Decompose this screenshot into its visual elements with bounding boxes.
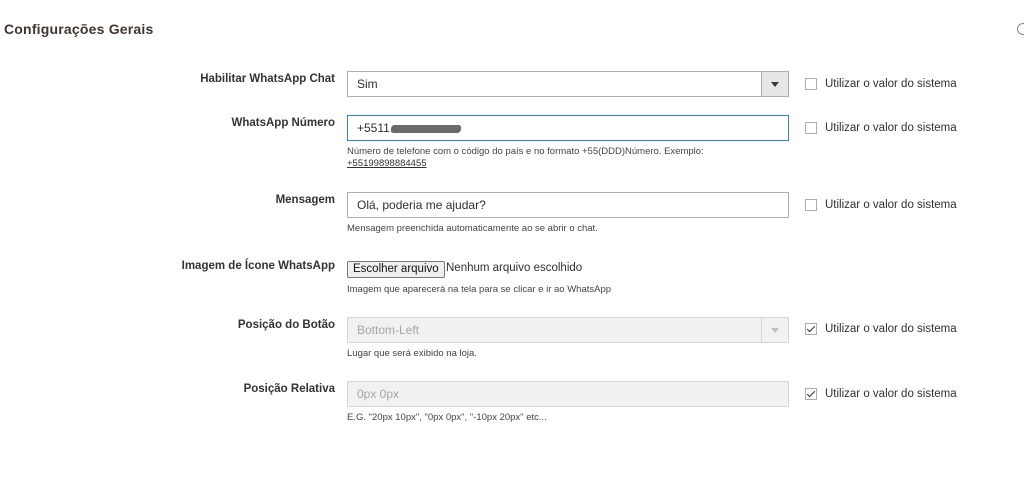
message-input[interactable]: Olá, poderia me ajudar? [347, 192, 789, 218]
relative-use-system-label: Utilizar o valor do sistema [825, 388, 957, 400]
info-icon[interactable] [1017, 23, 1024, 35]
redacted-mark [390, 125, 462, 133]
message-use-system-checkbox[interactable] [805, 199, 817, 211]
number-use-system-label: Utilizar o valor do sistema [825, 122, 957, 134]
position-use-system-label: Utilizar o valor do sistema [825, 323, 957, 335]
choose-file-button[interactable]: Escolher arquivo [347, 261, 445, 278]
number-label: WhatsApp Número [231, 117, 336, 129]
number-example-link[interactable]: +55199898884455 [347, 158, 427, 169]
chevron-down-icon[interactable] [761, 72, 788, 96]
number-use-system-checkbox[interactable] [805, 122, 817, 134]
enable-use-system-checkbox[interactable] [805, 78, 817, 90]
section-title[interactable]: Configurações Gerais [4, 21, 154, 37]
number-input[interactable]: +5511 [347, 115, 789, 141]
enable-select[interactable]: Sim [347, 71, 789, 97]
relative-input-placeholder: 0px 0px [357, 387, 400, 401]
relative-label: Posição Relativa [243, 383, 335, 395]
message-use-system[interactable]: Utilizar o valor do sistema [805, 199, 957, 211]
relative-use-system[interactable]: Utilizar o valor do sistema [805, 388, 957, 400]
message-input-value: Olá, poderia me ajudar? [357, 198, 486, 212]
number-input-value: +5511 [357, 121, 390, 135]
position-label: Posição do Botão [237, 319, 335, 331]
relative-note: E.G. "20px 10px", "0px 0px", "-10px 20px… [347, 412, 547, 423]
enable-use-system[interactable]: Utilizar o valor do sistema [805, 78, 957, 90]
message-note: Mensagem preenchida automaticamente ao s… [347, 223, 598, 234]
message-use-system-label: Utilizar o valor do sistema [825, 199, 957, 211]
position-use-system[interactable]: Utilizar o valor do sistema [805, 323, 957, 335]
number-note: Número de telefone com o código do país … [347, 146, 704, 170]
enable-select-value: Sim [357, 77, 378, 91]
number-use-system[interactable]: Utilizar o valor do sistema [805, 122, 957, 134]
relative-input[interactable]: 0px 0px [347, 381, 789, 407]
message-label: Mensagem [275, 194, 335, 206]
icon-label: Imagem de Ícone WhatsApp [181, 260, 335, 272]
position-select-value: Bottom-Left [357, 323, 420, 337]
position-select[interactable]: Bottom-Left [347, 317, 789, 343]
enable-use-system-label: Utilizar o valor do sistema [825, 78, 957, 90]
icon-note: Imagem que aparecerá na tela para se cli… [347, 284, 612, 295]
relative-use-system-checkbox[interactable] [805, 388, 817, 400]
position-note: Lugar que será exibido na loja. [347, 348, 477, 359]
enable-label: Habilitar WhatsApp Chat [200, 73, 335, 85]
chevron-down-icon[interactable] [761, 318, 788, 342]
position-use-system-checkbox[interactable] [805, 323, 817, 335]
number-note-text: Número de telefone com o código do país … [347, 146, 704, 157]
file-status: Nenhum arquivo escolhido [446, 262, 583, 274]
